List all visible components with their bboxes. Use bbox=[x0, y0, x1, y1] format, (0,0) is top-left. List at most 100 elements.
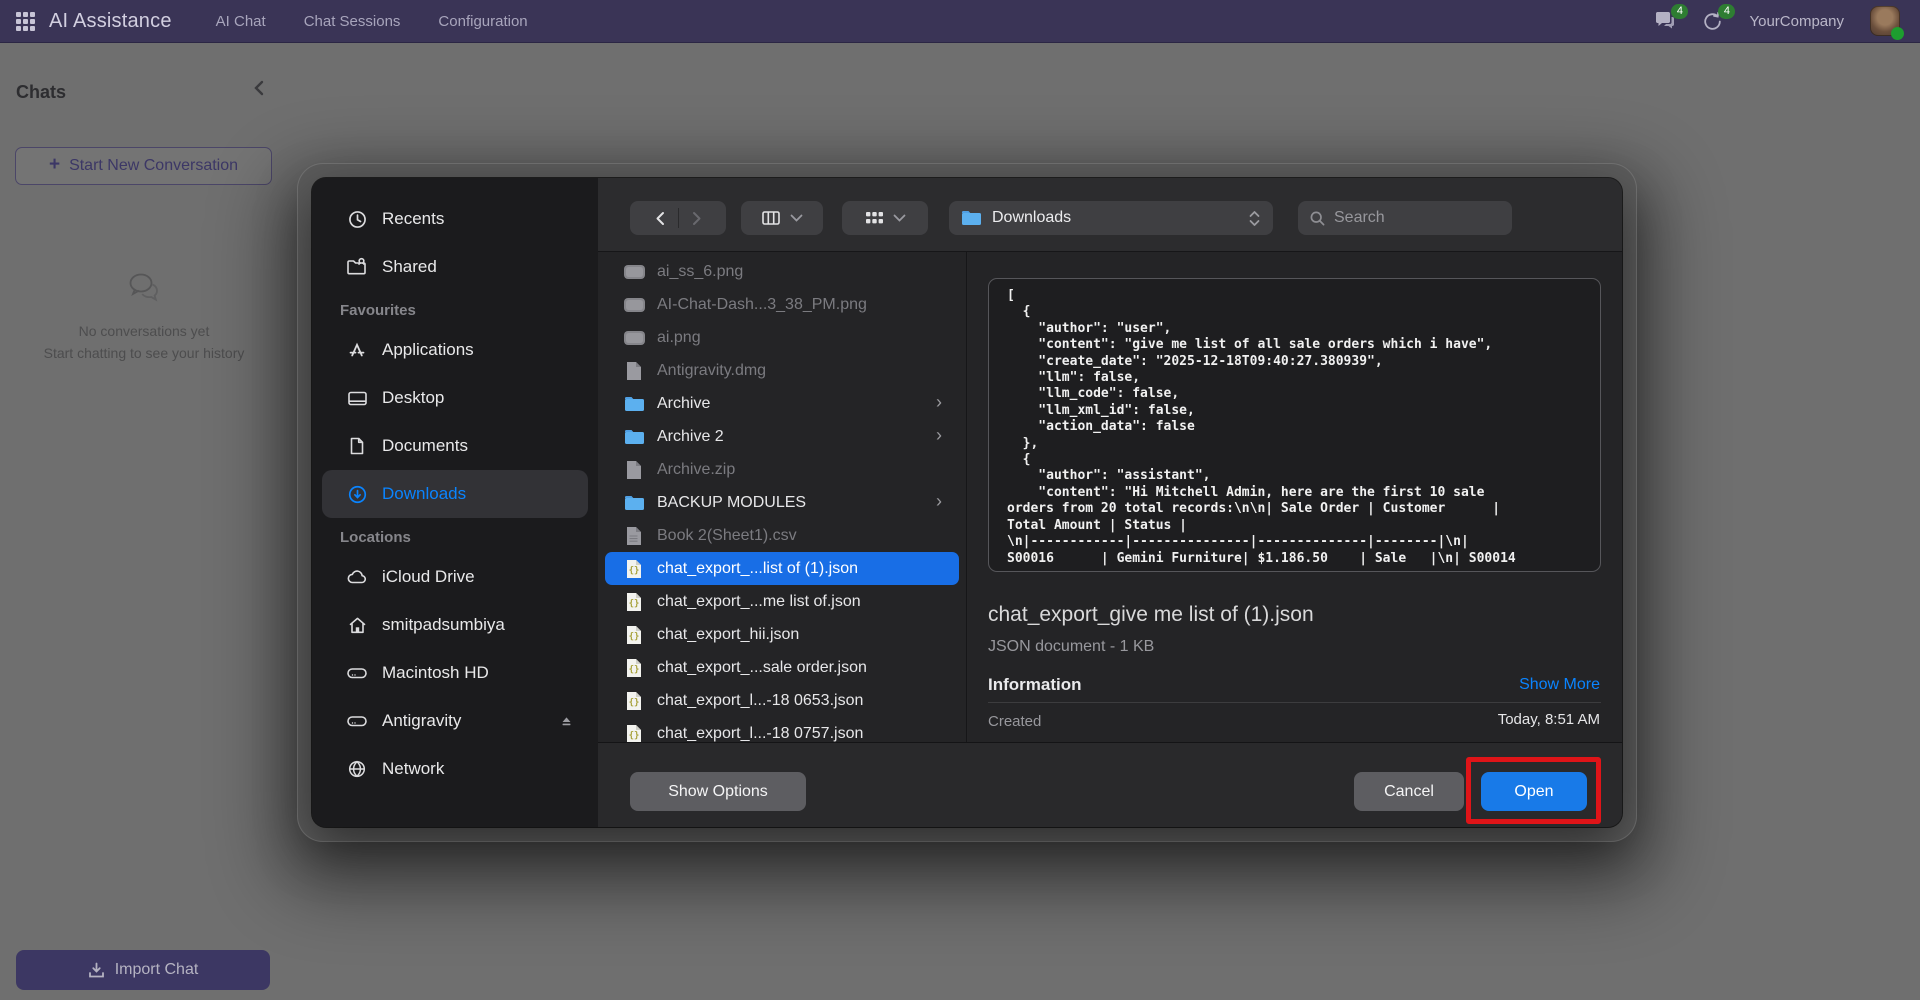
group-by-button[interactable] bbox=[842, 201, 928, 235]
open-button[interactable]: Open bbox=[1481, 772, 1587, 811]
json-file-icon: {} bbox=[623, 559, 645, 579]
download-icon bbox=[88, 962, 105, 979]
back-button[interactable] bbox=[653, 210, 668, 227]
folder-icon bbox=[623, 429, 645, 445]
company-name[interactable]: YourCompany bbox=[1749, 13, 1844, 30]
search-field[interactable] bbox=[1298, 201, 1512, 235]
downloads-icon bbox=[345, 484, 369, 505]
online-status-dot bbox=[1891, 27, 1904, 40]
file-row[interactable]: {} chat_export_...sale order.json bbox=[605, 651, 959, 684]
import-chat-label: Import Chat bbox=[115, 961, 199, 979]
json-file-icon: {} bbox=[623, 592, 645, 612]
file-open-dialog: Recents Shared Favourites Applications D… bbox=[312, 178, 1622, 827]
chevron-down-icon bbox=[893, 214, 906, 223]
messages-icon[interactable]: 4 bbox=[1654, 11, 1676, 31]
sidebar-item-shared[interactable]: Shared bbox=[322, 243, 588, 291]
document-icon bbox=[345, 436, 369, 456]
location-dropdown[interactable]: Downloads bbox=[949, 201, 1273, 235]
search-icon bbox=[1309, 210, 1326, 227]
nav-item-ai-chat[interactable]: AI Chat bbox=[216, 13, 266, 30]
sidebar-item-recents[interactable]: Recents bbox=[322, 195, 588, 243]
sidebar-item-home[interactable]: smitpadsumbiya bbox=[322, 601, 588, 649]
app-brand[interactable]: AI Assistance bbox=[49, 10, 172, 33]
file-row[interactable]: {} chat_export_l...-18 0757.json bbox=[605, 717, 959, 742]
activity-badge: 4 bbox=[1718, 4, 1735, 19]
file-name: BACKUP MODULES bbox=[657, 494, 806, 512]
svg-text:{}: {} bbox=[629, 731, 640, 741]
preview-pane: [ { "author": "user", "content": "give m… bbox=[968, 252, 1622, 742]
top-navbar: AI Assistance AI Chat Chat Sessions Conf… bbox=[0, 0, 1920, 43]
file-row[interactable]: {} chat_export_hii.json bbox=[605, 618, 959, 651]
import-chat-button[interactable]: Import Chat bbox=[16, 950, 270, 990]
file-row[interactable]: Book 2(Sheet1).csv bbox=[605, 519, 959, 552]
svg-text:{}: {} bbox=[629, 698, 640, 708]
svg-text:{}: {} bbox=[629, 566, 640, 576]
forward-button[interactable] bbox=[689, 210, 704, 227]
collapse-sidebar-icon[interactable] bbox=[252, 80, 266, 96]
sidebar-item-label: iCloud Drive bbox=[382, 567, 475, 587]
file-name: Archive 2 bbox=[657, 428, 724, 446]
empty-state-subtitle: Start chatting to see your history bbox=[0, 345, 288, 361]
nav-item-chat-sessions[interactable]: Chat Sessions bbox=[304, 13, 401, 30]
cancel-button[interactable]: Cancel bbox=[1354, 772, 1464, 811]
sidebar-item-icloud[interactable]: iCloud Drive bbox=[322, 553, 588, 601]
show-options-button[interactable]: Show Options bbox=[630, 772, 806, 811]
search-input[interactable] bbox=[1334, 209, 1484, 227]
json-file-icon: {} bbox=[623, 658, 645, 678]
file-row-selected[interactable]: {} chat_export_...list of (1).json bbox=[605, 552, 959, 585]
dialog-main: Downloads ai_ss_6.png AI-Chat-Dash...3_3… bbox=[598, 178, 1622, 827]
file-row[interactable]: BACKUP MODULES › bbox=[605, 486, 959, 519]
updown-chevrons-icon bbox=[1248, 210, 1261, 227]
user-avatar[interactable] bbox=[1870, 6, 1900, 36]
view-mode-button[interactable] bbox=[741, 201, 823, 235]
sidebar-item-label: Network bbox=[382, 759, 444, 779]
home-icon bbox=[345, 615, 369, 635]
cloud-icon bbox=[345, 568, 369, 586]
sidebar-item-antigravity[interactable]: Antigravity bbox=[322, 697, 588, 745]
file-row[interactable]: AI-Chat-Dash...3_38_PM.png bbox=[605, 288, 959, 321]
file-name: Book 2(Sheet1).csv bbox=[657, 527, 797, 545]
nav-links: AI Chat Chat Sessions Configuration bbox=[216, 13, 528, 30]
nav-item-configuration[interactable]: Configuration bbox=[438, 13, 527, 30]
generic-file-icon bbox=[623, 361, 645, 381]
sidebar-item-macintosh-hd[interactable]: Macintosh HD bbox=[322, 649, 588, 697]
sidebar-item-label: Desktop bbox=[382, 388, 444, 408]
divider bbox=[678, 208, 679, 228]
activity-history-icon[interactable]: 4 bbox=[1702, 11, 1723, 32]
file-row[interactable]: {} chat_export_...me list of.json bbox=[605, 585, 959, 618]
chevron-right-icon: › bbox=[936, 426, 942, 444]
sidebar-item-documents[interactable]: Documents bbox=[322, 422, 588, 470]
sidebar-item-applications[interactable]: Applications bbox=[322, 326, 588, 374]
clock-icon bbox=[345, 209, 369, 230]
file-content-preview: [ { "author": "user", "content": "give m… bbox=[988, 278, 1601, 572]
sidebar-item-downloads[interactable]: Downloads bbox=[322, 470, 588, 518]
folder-icon bbox=[961, 210, 982, 226]
sidebar-item-desktop[interactable]: Desktop bbox=[322, 374, 588, 422]
file-row[interactable]: ai.png bbox=[605, 321, 959, 354]
globe-icon bbox=[345, 759, 369, 779]
file-row[interactable]: ai_ss_6.png bbox=[605, 255, 959, 288]
information-heading: Information bbox=[988, 675, 1082, 695]
start-new-conversation-button[interactable]: + Start New Conversation bbox=[15, 147, 272, 185]
file-row[interactable]: Archive.zip bbox=[605, 453, 959, 486]
json-code: [ { "author": "user", "content": "give m… bbox=[989, 279, 1600, 567]
file-row[interactable]: {} chat_export_l...-18 0653.json bbox=[605, 684, 959, 717]
eject-icon[interactable] bbox=[559, 714, 574, 728]
file-row[interactable]: Antigravity.dmg bbox=[605, 354, 959, 387]
sidebar-item-label: Documents bbox=[382, 436, 468, 456]
svg-text:{}: {} bbox=[629, 599, 640, 609]
sidebar-item-label: Macintosh HD bbox=[382, 663, 489, 683]
apps-grid-icon[interactable] bbox=[16, 12, 35, 31]
sidebar-item-label: Applications bbox=[382, 340, 474, 360]
sidebar-item-network[interactable]: Network bbox=[322, 745, 588, 793]
file-row[interactable]: Archive 2 › bbox=[605, 420, 959, 453]
file-name: chat_export_...list of (1).json bbox=[657, 560, 858, 578]
folder-icon bbox=[623, 495, 645, 511]
file-name: chat_export_...sale order.json bbox=[657, 659, 867, 677]
file-row[interactable]: Archive › bbox=[605, 387, 959, 420]
show-more-link[interactable]: Show More bbox=[1519, 676, 1600, 694]
file-name: Archive bbox=[657, 395, 710, 413]
sidebar-item-label: Downloads bbox=[382, 484, 466, 504]
sidebar-item-label: smitpadsumbiya bbox=[382, 615, 505, 635]
preview-file-name: chat_export_give me list of (1).json bbox=[988, 603, 1314, 627]
